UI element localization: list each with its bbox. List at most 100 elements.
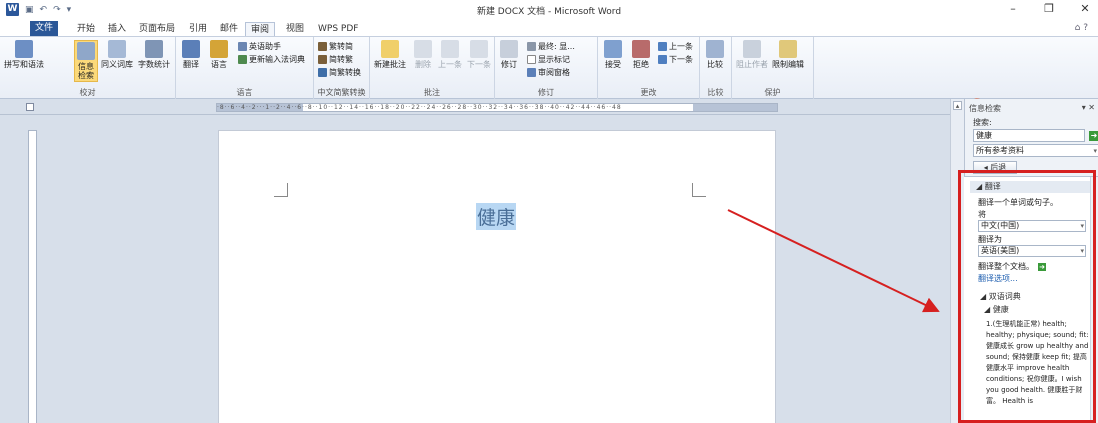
next-change-button[interactable]: 下一条 bbox=[658, 54, 693, 65]
research-pane-header: 信息检索 ▾ ✕ bbox=[969, 103, 1095, 114]
group-label-compare: 比较 bbox=[707, 88, 724, 97]
display-for-review-icon bbox=[527, 42, 536, 51]
next-comment-icon bbox=[470, 40, 488, 58]
tab-review[interactable]: 审阅 bbox=[245, 22, 276, 36]
block-authors-icon bbox=[743, 40, 761, 58]
next-comment-button[interactable]: 下一条 bbox=[467, 40, 491, 69]
reject-icon bbox=[632, 40, 650, 58]
to-simplified-button[interactable]: 繁转简 bbox=[318, 41, 353, 52]
prev-comment-icon bbox=[441, 40, 459, 58]
margin-corner-top-left bbox=[274, 183, 288, 197]
thesaurus-button[interactable]: 同义词库 bbox=[101, 40, 133, 69]
group-proofing: 拼写和语法 信息检索 同义词库 字数统计 校对 bbox=[0, 37, 176, 99]
close-icon[interactable]: ✕ bbox=[1078, 2, 1092, 15]
vertical-ruler[interactable] bbox=[28, 130, 37, 423]
show-markup-icon bbox=[527, 55, 536, 64]
title-bar: W ▣ ↶ ↷ ▾ 新建 DOCX 文档 - Microsoft Word – … bbox=[0, 0, 1098, 20]
group-label-language: 语言 bbox=[236, 88, 253, 97]
group-label-comments: 批注 bbox=[424, 88, 440, 97]
chevron-down-icon: ▾ bbox=[1093, 147, 1097, 155]
restrict-editing-icon bbox=[779, 40, 797, 58]
scroll-up-icon[interactable]: ▴ bbox=[953, 101, 962, 110]
display-for-review-select[interactable]: 最终: 显... bbox=[527, 41, 575, 52]
english-assistant-icon bbox=[238, 42, 247, 51]
show-markup-button[interactable]: 显示标记 bbox=[527, 54, 570, 65]
selected-text[interactable]: 健康 bbox=[476, 203, 517, 230]
tab-mailings[interactable]: 邮件 bbox=[215, 22, 243, 36]
prev-change-icon bbox=[658, 42, 667, 51]
document-area: 健康 bbox=[40, 115, 950, 423]
tab-page-layout[interactable]: 页面布局 bbox=[134, 22, 180, 36]
translate-button[interactable]: 翻译 bbox=[182, 40, 200, 69]
reviewing-pane-icon bbox=[527, 68, 536, 77]
to-traditional-button[interactable]: 简转繁 bbox=[318, 54, 353, 65]
tab-file[interactable]: 文件 bbox=[30, 21, 59, 36]
research-button[interactable]: 信息检索 bbox=[74, 40, 98, 82]
group-label-chinese-conversion: 中文简繁转换 bbox=[317, 88, 366, 97]
accept-button[interactable]: 接受 bbox=[604, 40, 622, 69]
research-icon bbox=[77, 42, 95, 60]
start-search-icon[interactable]: ➜ bbox=[1089, 131, 1098, 141]
tab-references[interactable]: 引用 bbox=[184, 22, 212, 36]
new-comment-button[interactable]: 新建批注 bbox=[374, 40, 406, 69]
group-protect: 阻止作者 限制编辑 保护 bbox=[732, 37, 814, 99]
ribbon: 拼写和语法 信息检索 同义词库 字数统计 校对 翻译 语言 英语助手 更新输入法… bbox=[0, 36, 1098, 112]
delete-comment-button[interactable]: 删除 bbox=[414, 40, 432, 69]
prev-change-button[interactable]: 上一条 bbox=[658, 41, 693, 52]
update-ime-icon bbox=[238, 55, 247, 64]
restrict-editing-button[interactable]: 限制编辑 bbox=[772, 40, 804, 69]
minimize-icon[interactable]: – bbox=[1006, 2, 1020, 15]
translate-icon bbox=[182, 40, 200, 58]
tab-wps-pdf[interactable]: WPS PDF bbox=[313, 22, 363, 36]
search-label: 搜索: bbox=[973, 118, 992, 127]
tab-view[interactable]: 视图 bbox=[281, 22, 309, 36]
group-tracking: 修订 最终: 显... 显示标记 审阅窗格 修订 bbox=[495, 37, 598, 99]
update-ime-button[interactable]: 更新输入法词典 bbox=[238, 54, 305, 65]
reviewing-pane-button[interactable]: 审阅窗格 bbox=[527, 67, 570, 78]
group-label-tracking: 修订 bbox=[538, 88, 554, 97]
help-icon[interactable]: ⌂ ? bbox=[1075, 23, 1088, 33]
search-input[interactable]: 健康 bbox=[973, 129, 1085, 142]
group-label-protect: 保护 bbox=[764, 88, 781, 97]
english-assistant-button[interactable]: 英语助手 bbox=[238, 41, 281, 52]
language-button[interactable]: 语言 bbox=[210, 40, 228, 69]
reject-button[interactable]: 拒绝 bbox=[632, 40, 650, 69]
window-title: 新建 DOCX 文档 - Microsoft Word bbox=[476, 7, 622, 17]
group-chinese-conversion: 繁转简 简转繁 简繁转换 中文简繁转换 bbox=[314, 37, 370, 99]
delete-comment-icon bbox=[414, 40, 432, 58]
to-traditional-icon bbox=[318, 55, 327, 64]
ruler-ticks: ·8··6··4··2···1··2··4··6··8··10··12··14·… bbox=[217, 104, 622, 111]
compare-button[interactable]: 比较 bbox=[706, 40, 724, 69]
research-pane-title: 信息检索 bbox=[969, 104, 1001, 113]
word-count-button[interactable]: 字数统计 bbox=[138, 40, 170, 69]
spelling-icon bbox=[15, 40, 33, 58]
tab-insert[interactable]: 插入 bbox=[103, 22, 131, 36]
new-comment-icon bbox=[381, 40, 399, 58]
accept-icon bbox=[604, 40, 622, 58]
source-select[interactable]: 所有参考资料 ▾ bbox=[973, 144, 1098, 157]
group-language: 翻译 语言 英语助手 更新输入法词典 语言 bbox=[176, 37, 314, 99]
chinese-convert-icon bbox=[318, 68, 327, 77]
ribbon-tabs: 文件 开始 插入 页面布局 引用 邮件 审阅 视图 WPS PDF ⌂ ? bbox=[0, 20, 1098, 36]
chinese-convert-button[interactable]: 简繁转换 bbox=[318, 67, 361, 78]
block-authors-button[interactable]: 阻止作者 bbox=[736, 40, 768, 69]
spelling-button[interactable]: 拼写和语法 bbox=[4, 40, 44, 69]
restore-icon[interactable]: ❐ bbox=[1042, 2, 1056, 15]
pane-options-icon[interactable]: ▾ ✕ bbox=[1082, 103, 1095, 112]
group-label-changes: 更改 bbox=[640, 88, 657, 97]
horizontal-ruler-row: ·8··6··4··2···1··2··4··6··8··10··12··14·… bbox=[0, 99, 950, 115]
word-count-icon bbox=[145, 40, 163, 58]
tab-home[interactable]: 开始 bbox=[72, 22, 100, 36]
highlight-box bbox=[958, 170, 1096, 423]
vertical-ruler-area bbox=[0, 115, 40, 423]
prev-comment-button[interactable]: 上一条 bbox=[438, 40, 462, 69]
horizontal-ruler[interactable]: ·8··6··4··2···1··2··4··6··8··10··12··14·… bbox=[216, 103, 778, 112]
to-simplified-icon bbox=[318, 42, 327, 51]
source-value: 所有参考资料 bbox=[976, 146, 1024, 155]
ruler-right-margin bbox=[693, 104, 777, 111]
document-page[interactable]: 健康 bbox=[218, 130, 776, 423]
window-controls: – ❐ ✕ bbox=[1006, 2, 1092, 15]
track-changes-button[interactable]: 修订 bbox=[500, 40, 518, 69]
tab-selector-icon[interactable] bbox=[26, 103, 34, 111]
next-change-icon bbox=[658, 55, 667, 64]
